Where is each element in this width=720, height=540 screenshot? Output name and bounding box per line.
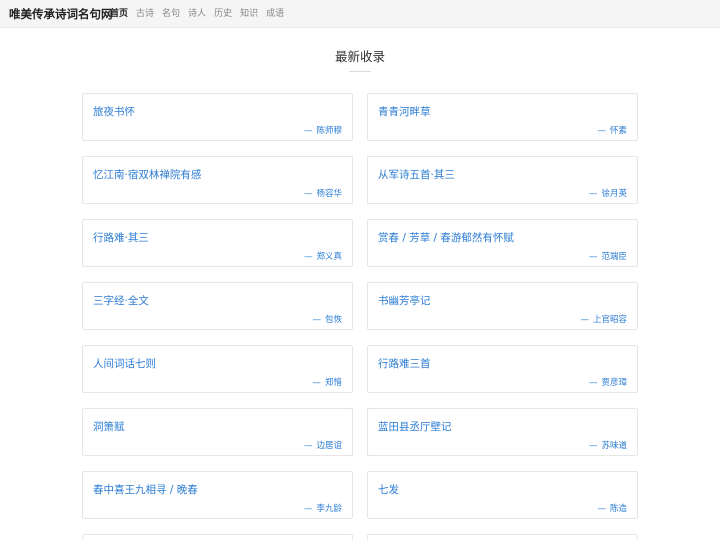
poem-title-link[interactable]: 青青河畔草	[378, 104, 431, 119]
poem-author[interactable]: — 郑义真	[304, 250, 342, 262]
poem-title-link[interactable]: 三字经·全文	[93, 293, 149, 308]
author-dash: —	[588, 441, 598, 451]
section-title: 最新收录	[334, 49, 385, 64]
poem-card[interactable]: 赏春 / 芳草 / 春游郁然有怀赋 — 范端臣	[367, 219, 638, 267]
author-dash: —	[303, 126, 313, 136]
poem-card[interactable]: 行路难三首 — 贾彦璋	[367, 345, 638, 393]
poem-author[interactable]: — 怀素	[597, 124, 627, 136]
poem-author[interactable]: — 边居谊	[304, 439, 342, 451]
poem-author-name[interactable]: 包恢	[325, 315, 342, 325]
author-dash: —	[588, 189, 598, 199]
poem-title-link[interactable]: 人间词话七则	[93, 356, 156, 371]
poem-card[interactable]: 蓝田县丞厅壁记 — 苏味道	[367, 408, 638, 456]
poem-author[interactable]: — 郑愔	[312, 376, 342, 388]
poem-author-name[interactable]: 上官昭容	[593, 315, 627, 325]
poem-card[interactable]: 旅夜书怀 — 陈师穆	[82, 93, 353, 141]
poem-author-name[interactable]: 陈师穆	[316, 126, 342, 136]
poem-title-link[interactable]: 七发	[378, 482, 399, 497]
author-dash: —	[588, 252, 598, 262]
poem-author-name[interactable]: 陈造	[610, 504, 627, 514]
poem-card[interactable]: 行路难·其三 — 郑义真	[82, 219, 353, 267]
site-brand[interactable]: 唯美传承诗词名句网	[9, 6, 113, 22]
poem-title-link[interactable]: 书幽芳亭记	[378, 293, 431, 308]
poem-author-name[interactable]: 郑愔	[325, 378, 342, 388]
poem-author-name[interactable]: 徐月英	[601, 189, 627, 199]
poem-card[interactable]: 春中喜王九相寻 / 晚春 — 李九龄	[82, 471, 353, 519]
author-dash: —	[588, 378, 598, 388]
poem-card[interactable]: 七发 — 陈造	[367, 471, 638, 519]
nav-item-idioms[interactable]: 成语	[266, 8, 284, 20]
poem-title-link[interactable]: 赏春 / 芳草 / 春游郁然有怀赋	[378, 230, 514, 245]
poem-author[interactable]: — 徐月英	[589, 187, 627, 199]
author-dash: —	[597, 126, 606, 136]
author-dash: —	[580, 315, 589, 325]
poem-author[interactable]: — 范端臣	[589, 250, 627, 262]
poem-author-name[interactable]: 边居谊	[316, 441, 342, 451]
poem-title-link[interactable]: 行路难三首	[378, 356, 431, 371]
poem-author[interactable]: — 上官昭容	[580, 313, 627, 325]
poem-author[interactable]: — 陈造	[597, 502, 627, 514]
poem-card[interactable]: 人间词话七则 — 郑愔	[82, 345, 353, 393]
poem-author-name[interactable]: 郑义真	[316, 252, 342, 262]
poem-card[interactable]: 忆江南·宿双林禅院有感 — 杨容华	[82, 156, 353, 204]
poem-author-name[interactable]: 范端臣	[601, 252, 627, 262]
poem-author-name[interactable]: 杨容华	[316, 189, 342, 199]
poem-author[interactable]: — 陈师穆	[304, 124, 342, 136]
poem-author[interactable]: — 包恢	[312, 313, 342, 325]
poem-author[interactable]: — 杨容华	[304, 187, 342, 199]
nav-item-poets[interactable]: 诗人	[188, 8, 206, 20]
poem-author-name[interactable]: 怀素	[610, 126, 627, 136]
nav-item-poems[interactable]: 古诗	[136, 8, 154, 20]
poem-title-link[interactable]: 忆江南·宿双林禅院有感	[93, 167, 201, 182]
poem-title-link[interactable]: 洞箫赋	[93, 419, 125, 434]
nav-item-quotes[interactable]: 名句	[162, 8, 180, 20]
poem-title-link[interactable]: 从军诗五首·其三	[378, 167, 455, 182]
poem-card[interactable]: 三字经·全文 — 包恢	[82, 282, 353, 330]
poem-author-name[interactable]: 贾彦璋	[601, 378, 627, 388]
poem-author[interactable]: — 贾彦璋	[589, 376, 627, 388]
author-dash: —	[303, 504, 313, 514]
poem-card-partial[interactable]	[82, 534, 353, 540]
poem-card-partial[interactable]	[367, 534, 638, 540]
nav-item-knowledge[interactable]: 知识	[240, 8, 258, 20]
author-dash: —	[303, 252, 313, 262]
poem-card[interactable]: 青青河畔草 — 怀素	[367, 93, 638, 141]
poem-title-link[interactable]: 蓝田县丞厅壁记	[378, 419, 452, 434]
author-dash: —	[312, 378, 321, 388]
author-dash: —	[312, 315, 321, 325]
poem-author[interactable]: — 苏味道	[589, 439, 627, 451]
main-nav: 首页 古诗 名句 诗人 历史 知识 成语	[110, 8, 292, 20]
poem-title-link[interactable]: 春中喜王九相寻 / 晚春	[93, 482, 198, 497]
poem-title-link[interactable]: 旅夜书怀	[93, 104, 135, 119]
poem-card[interactable]: 书幽芳亭记 — 上官昭容	[367, 282, 638, 330]
poem-card[interactable]: 从军诗五首·其三 — 徐月英	[367, 156, 638, 204]
top-navbar: 唯美传承诗词名句网 首页 古诗 名句 诗人 历史 知识 成语	[0, 0, 720, 28]
poem-author-name[interactable]: 李九龄	[316, 504, 342, 514]
poem-author[interactable]: — 李九龄	[304, 502, 342, 514]
poem-author-name[interactable]: 苏味道	[601, 441, 627, 451]
author-dash: —	[303, 441, 313, 451]
title-divider	[349, 71, 371, 72]
author-dash: —	[303, 189, 313, 199]
nav-item-home[interactable]: 首页	[110, 8, 128, 20]
nav-item-history[interactable]: 历史	[214, 8, 232, 20]
poem-title-link[interactable]: 行路难·其三	[93, 230, 149, 245]
author-dash: —	[597, 504, 606, 514]
poem-card[interactable]: 洞箫赋 — 边居谊	[82, 408, 353, 456]
